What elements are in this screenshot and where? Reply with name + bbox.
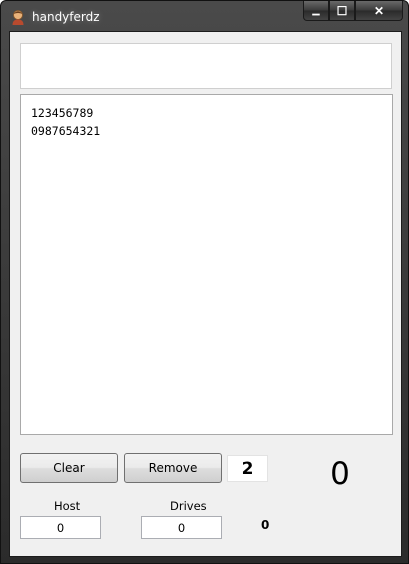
close-icon: ✕	[373, 3, 385, 18]
clear-button[interactable]: Clear	[20, 453, 118, 483]
drives-field[interactable]: 0	[141, 516, 222, 539]
number-list[interactable]: 123456789 0987654321	[20, 94, 393, 435]
maximize-icon: ☐	[336, 3, 348, 18]
list-item[interactable]: 0987654321	[31, 122, 382, 140]
app-window: handyferdz ▁ ☐ ✕ 123456789 0987654321 Cl…	[0, 0, 409, 564]
small-value-label: 0	[261, 518, 270, 532]
drives-label: Drives	[170, 499, 207, 513]
list-item[interactable]: 123456789	[31, 104, 382, 122]
minimize-icon: ▁	[312, 5, 320, 15]
remove-button[interactable]: Remove	[124, 453, 222, 483]
top-text-input[interactable]	[20, 43, 392, 89]
host-field[interactable]: 0	[20, 516, 101, 539]
close-button[interactable]: ✕	[355, 1, 403, 21]
count-display: 2	[227, 455, 268, 482]
window-title: handyferdz	[32, 10, 100, 24]
client-area: 123456789 0987654321 Clear Remove 2 0 Ho…	[9, 31, 402, 557]
minimize-button[interactable]: ▁	[303, 1, 329, 21]
big-number-display: 0	[330, 456, 350, 492]
app-icon	[12, 10, 24, 25]
caption-buttons: ▁ ☐ ✕	[303, 1, 403, 21]
host-label: Host	[54, 499, 81, 513]
maximize-button[interactable]: ☐	[329, 1, 355, 21]
title-bar[interactable]: handyferdz ▁ ☐ ✕	[1, 1, 408, 31]
